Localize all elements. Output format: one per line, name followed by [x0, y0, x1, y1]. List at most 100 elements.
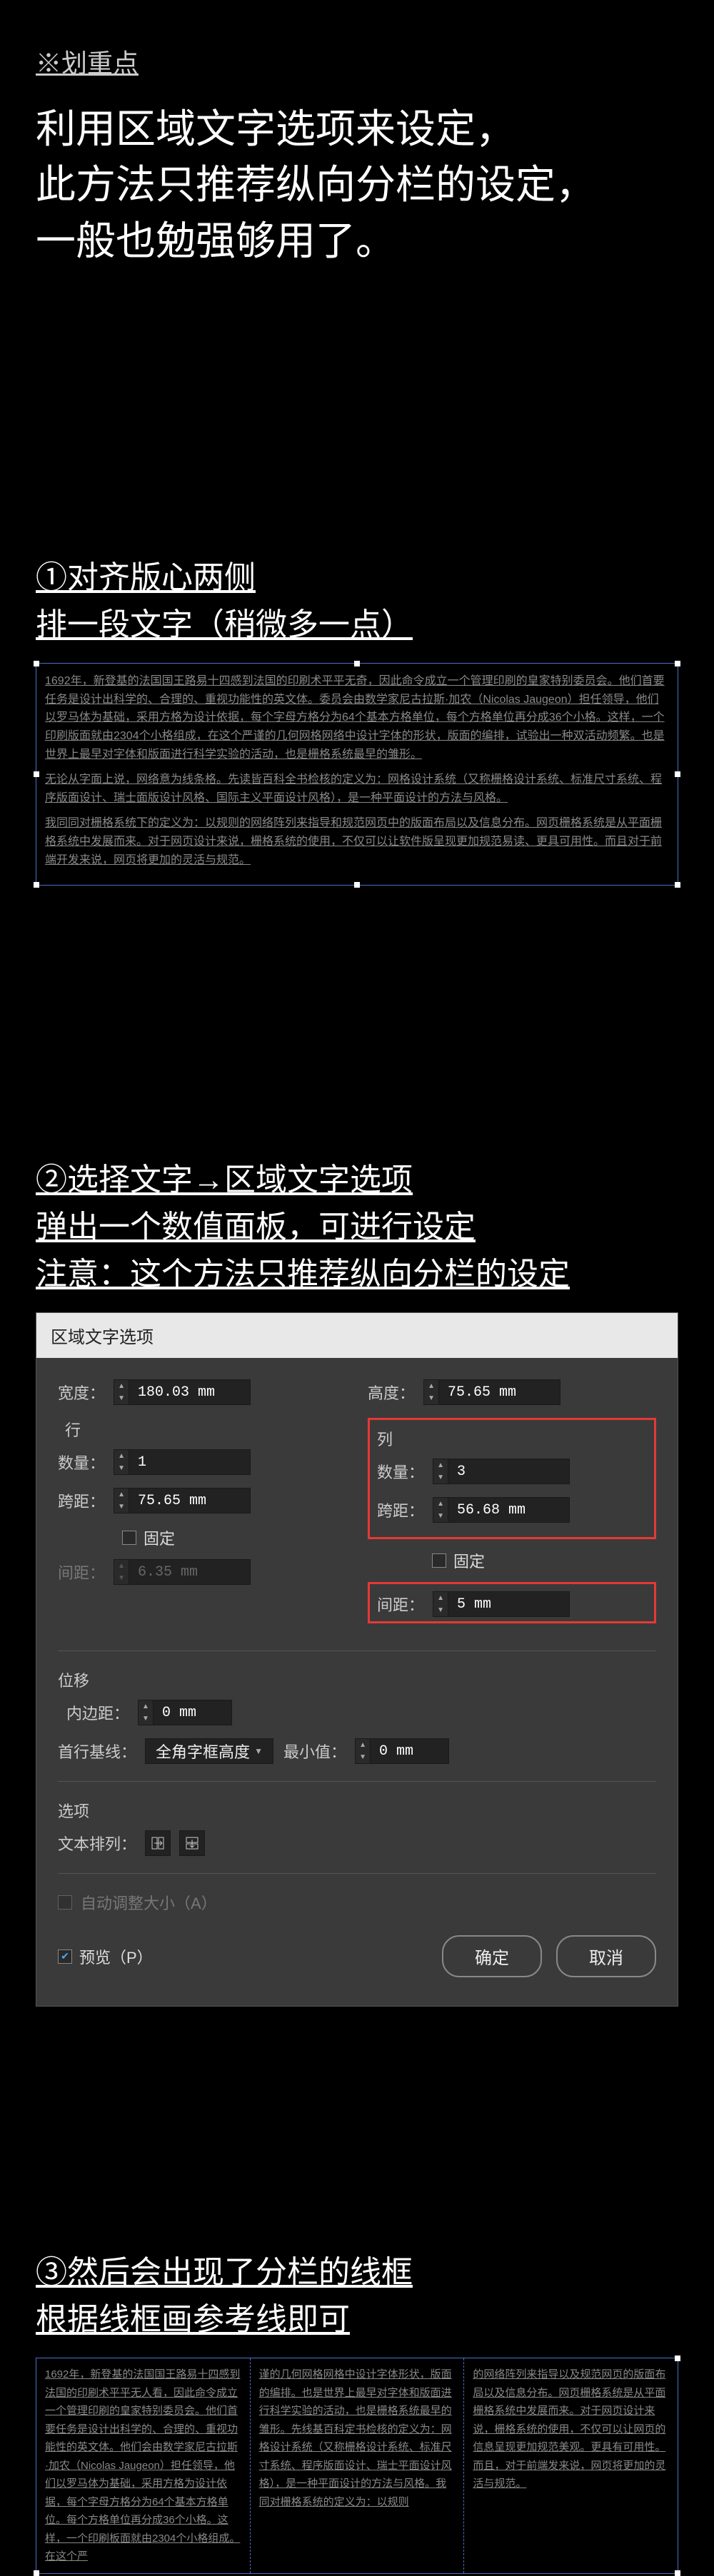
main-description: 利用区域文字选项来设定， 此方法只推荐纵向分栏的设定， 一般也勉强够用了。	[36, 101, 678, 269]
dialog-title: 区域文字选项	[36, 1313, 678, 1358]
rows-fixed-checkbox[interactable]	[122, 1531, 136, 1545]
rows-fixed-label: 固定	[144, 1526, 175, 1549]
chevron-up-icon[interactable]: ▲	[424, 1380, 438, 1392]
autosize-label: 自动调整大小（A）	[81, 1891, 217, 1914]
text-frame-three-column[interactable]: 1692年，新登基的法国国王路易十四感到法国的印刷术平平无人看，因此命令成立一个…	[36, 2358, 678, 2574]
chevron-down-icon[interactable]: ▼	[114, 1501, 129, 1513]
width-stepper[interactable]: ▲▼ 180.03 mm	[114, 1379, 251, 1405]
highlight-gap-group: 间距： ▲▼ 5 mm	[368, 1582, 656, 1623]
cols-count-label: 数量：	[377, 1460, 424, 1483]
resize-handle[interactable]	[34, 882, 39, 888]
resize-handle[interactable]	[354, 882, 360, 888]
resize-handle[interactable]	[34, 771, 39, 777]
chevron-down-icon[interactable]: ▼	[433, 1510, 448, 1522]
cols-span-stepper[interactable]: ▲▼ 56.68 mm	[433, 1497, 570, 1523]
chevron-up-icon[interactable]: ▲	[433, 1498, 448, 1510]
rows-gap-input: 6.35 mm	[129, 1559, 251, 1585]
cols-fixed-label: 固定	[453, 1549, 485, 1572]
step1-title-l2: 排一段文字（稍微多一点）	[36, 602, 678, 649]
chevron-down-icon: ▼	[254, 1746, 263, 1756]
width-input[interactable]: 180.03 mm	[129, 1379, 251, 1405]
resize-handle[interactable]	[354, 661, 360, 666]
chevron-down-icon[interactable]: ▼	[433, 1604, 448, 1616]
first-baseline-value: 全角字框高度	[156, 1740, 250, 1763]
cols-fixed-checkbox[interactable]	[432, 1553, 446, 1568]
divider	[58, 1873, 656, 1874]
rows-gap-label: 间距：	[58, 1561, 105, 1583]
step1-title-l1: ①对齐版心两侧	[36, 554, 678, 602]
rows-span-stepper[interactable]: ▲▼ 75.65 mm	[114, 1488, 251, 1513]
height-input[interactable]: 75.65 mm	[439, 1379, 560, 1405]
preview-checkbox[interactable]: ✔	[58, 1949, 72, 1964]
ok-button[interactable]: 确定	[442, 1935, 542, 1977]
inset-label: 内边距：	[58, 1701, 129, 1724]
height-stepper[interactable]: ▲▼ 75.65 mm	[423, 1379, 560, 1405]
step2-title: ②选择文字→区域文字选项 弹出一个数值面板，可进行设定 注意：这个方法只推荐纵向…	[36, 1157, 678, 1298]
highlight-columns-group: 列 数量： ▲▼ 3 跨距： ▲▼ 56.68 mm	[368, 1418, 656, 1539]
chevron-up-icon[interactable]: ▲	[356, 1739, 370, 1751]
textflow-vertical-button[interactable]	[179, 1830, 205, 1856]
sample-paragraph: 我同同对栅格系统下的定义为：以规则的网络阵列来指导和规范网页中的版面布局以及信息…	[45, 814, 669, 869]
resize-handle[interactable]	[675, 771, 680, 777]
rows-count-stepper[interactable]: ▲▼ 1	[114, 1449, 251, 1475]
textflow-horizontal-button[interactable]	[145, 1830, 171, 1856]
resize-handle[interactable]	[34, 661, 39, 666]
chevron-down-icon[interactable]: ▼	[356, 1751, 370, 1763]
divider	[58, 1650, 656, 1651]
autosize-checkbox[interactable]	[58, 1895, 72, 1910]
rows-count-input[interactable]: 1	[129, 1449, 251, 1475]
cols-count-input[interactable]: 3	[448, 1459, 570, 1484]
textflow-vertical-icon	[186, 1837, 198, 1850]
resize-handle[interactable]	[675, 661, 680, 666]
resize-handle[interactable]	[675, 882, 680, 888]
column-3: 的网络阵列来指导以及规范网页的版面布局以及信息分布。网页栅格系统是从平面栅格系统…	[464, 2358, 678, 2573]
chevron-down-icon[interactable]: ▼	[114, 1462, 129, 1474]
inset-input[interactable]: 0 mm	[154, 1700, 232, 1725]
chevron-up-icon[interactable]: ▲	[139, 1700, 153, 1713]
chevron-down-icon[interactable]: ▼	[139, 1713, 153, 1725]
chevron-down-icon[interactable]: ▼	[424, 1392, 438, 1404]
cols-span-label: 跨距：	[377, 1499, 424, 1521]
rows-span-input[interactable]: 75.65 mm	[129, 1488, 251, 1513]
width-label: 宽度：	[58, 1381, 105, 1404]
step2-title-l2: 弹出一个数值面板，可进行设定	[36, 1204, 678, 1251]
chevron-up-icon[interactable]: ▲	[114, 1489, 129, 1501]
resize-handle[interactable]	[34, 2570, 39, 2576]
text-frame-single[interactable]: 1692年，新登基的法国国王路易十四感到法国的印刷术平平无奇，因此命令成立一个管…	[36, 663, 678, 886]
textflow-horizontal-icon	[151, 1837, 164, 1850]
cancel-button[interactable]: 取消	[556, 1935, 656, 1977]
chevron-up-icon[interactable]: ▲	[114, 1380, 129, 1392]
step3-title-l2: 根据线框画参考线即可	[36, 2296, 678, 2343]
first-baseline-label: 首行基线：	[58, 1740, 136, 1763]
cols-gap-input[interactable]: 5 mm	[448, 1591, 570, 1617]
options-section-label: 选项	[58, 1799, 656, 1822]
resize-handle[interactable]	[675, 2570, 680, 2576]
step3-title-l1: ③然后会出现了分栏的线框	[36, 2249, 678, 2296]
area-type-options-dialog: 区域文字选项 宽度： ▲▼ 180.03 mm 高度： ▲▼ 75.65	[36, 1312, 678, 2007]
cols-gap-stepper[interactable]: ▲▼ 5 mm	[433, 1591, 570, 1617]
min-label: 最小值：	[282, 1740, 346, 1763]
min-stepper[interactable]: ▲▼ 0 mm	[355, 1738, 449, 1764]
chevron-up-icon[interactable]: ▲	[433, 1459, 448, 1471]
inset-stepper[interactable]: ▲▼ 0 mm	[138, 1700, 232, 1725]
sample-paragraph: 1692年，新登基的法国国王路易十四感到法国的印刷术平平无奇，因此命令成立一个管…	[45, 672, 669, 764]
step2-title-l1: ②选择文字→区域文字选项	[36, 1157, 678, 1204]
step2-title-l3: 注意：这个方法只推荐纵向分栏的设定	[36, 1251, 678, 1298]
chevron-down-icon[interactable]: ▼	[114, 1392, 129, 1404]
step1-title: ①对齐版心两侧 排一段文字（稍微多一点）	[36, 554, 678, 649]
rows-section-label: 行	[58, 1418, 346, 1441]
column-2: 谨的几何网格网格中设计字体形状，版面的编排。也是世界上最早对字体和版面进行科学实…	[251, 2358, 465, 2573]
chevron-up-icon: ▲	[114, 1560, 129, 1572]
divider	[58, 1781, 656, 1782]
cols-count-stepper[interactable]: ▲▼ 3	[433, 1459, 570, 1484]
first-baseline-select[interactable]: 全角字框高度 ▼	[145, 1738, 273, 1764]
chevron-up-icon[interactable]: ▲	[114, 1450, 129, 1462]
cols-span-input[interactable]: 56.68 mm	[448, 1497, 570, 1523]
chevron-up-icon[interactable]: ▲	[433, 1592, 448, 1604]
rows-count-label: 数量：	[58, 1451, 105, 1474]
min-input[interactable]: 0 mm	[371, 1738, 449, 1764]
preview-label: 预览（P）	[79, 1945, 153, 1968]
chevron-down-icon[interactable]: ▼	[433, 1471, 448, 1484]
desc-line: 一般也勉强够用了。	[36, 213, 678, 269]
resize-handle[interactable]	[675, 2356, 680, 2361]
